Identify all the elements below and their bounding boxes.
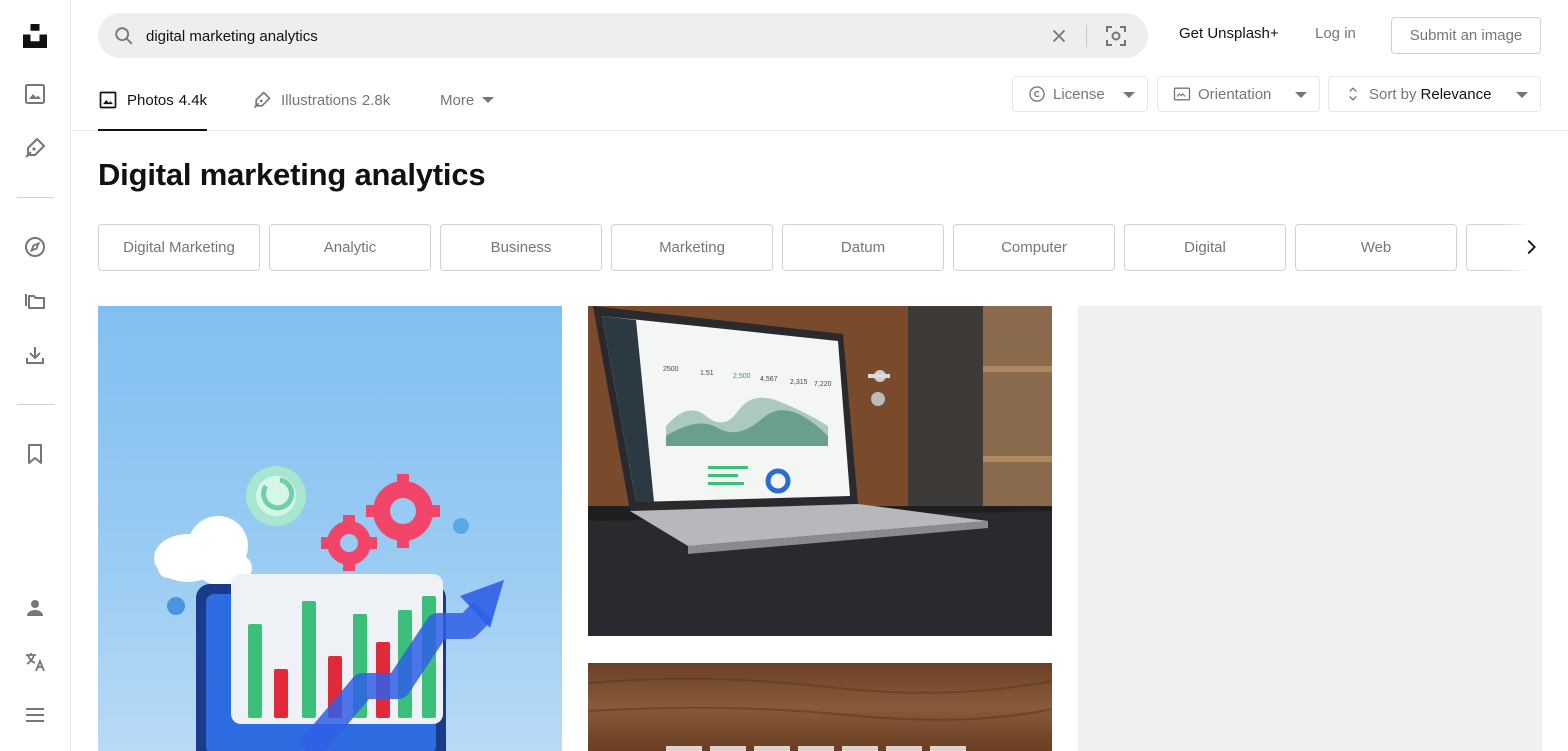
svg-text:7,220: 7,220 — [814, 381, 832, 388]
svg-text:1.51: 1.51 — [700, 370, 714, 377]
chip-analytic[interactable]: Analytic — [269, 224, 431, 271]
download-icon[interactable] — [17, 337, 53, 373]
svg-text:4,567: 4,567 — [760, 376, 778, 383]
license-filter-label: License — [1053, 85, 1105, 103]
license-filter[interactable]: License — [1012, 76, 1148, 112]
analytics-illustration-image — [154, 466, 504, 751]
orientation-filter-label: Orientation — [1198, 85, 1272, 103]
wooden-desk-image — [588, 677, 1052, 751]
search-icon[interactable] — [113, 25, 135, 47]
get-unsplash-plus-link[interactable]: Get Unsplash+ — [1179, 25, 1279, 42]
explore-compass-icon[interactable] — [17, 229, 53, 265]
laptop-dashboard-image: 2500 1.51 2,500 4,567 2,315 7,220 — [588, 306, 1052, 636]
sort-filter[interactable]: Sort by Relevance — [1328, 76, 1541, 112]
bookmark-icon[interactable] — [17, 436, 53, 472]
clear-search-icon[interactable] — [1048, 25, 1070, 47]
chip-computer[interactable]: Computer — [953, 224, 1115, 271]
svg-text:2500: 2500 — [663, 366, 679, 373]
chevron-down-icon — [482, 97, 495, 103]
visual-search-icon[interactable] — [1104, 24, 1128, 48]
language-translate-icon[interactable] — [17, 644, 53, 680]
tab-bar: Photos 4.4k Illustrations 2.8k More Lice… — [72, 70, 1568, 131]
illustrations-pen-icon[interactable] — [17, 130, 53, 166]
chip-datum[interactable]: Datum — [782, 224, 944, 271]
photos-icon[interactable] — [17, 76, 53, 112]
chevron-down-icon — [1295, 92, 1307, 98]
search-bar — [98, 13, 1148, 58]
sidebar-divider — [17, 404, 54, 405]
tab-more-label: More — [440, 91, 475, 109]
photo-placeholder[interactable] — [1078, 306, 1542, 751]
photos-icon — [99, 91, 117, 109]
sort-filter-value: Relevance — [1420, 85, 1492, 103]
copyright-icon — [1029, 86, 1045, 102]
chevron-down-icon — [1123, 92, 1135, 98]
menu-hamburger-icon[interactable] — [17, 697, 53, 733]
related-searches: Digital Marketing Analytic Business Mark… — [98, 224, 1542, 272]
chip-marketing[interactable]: Marketing — [611, 224, 773, 271]
tab-more[interactable]: More — [440, 70, 495, 130]
chip-web[interactable]: Web — [1295, 224, 1457, 271]
tab-photos-label: Photos — [127, 91, 174, 109]
svg-text:2,500: 2,500 — [733, 373, 751, 380]
sort-arrows-icon — [1349, 87, 1357, 101]
orientation-filter[interactable]: Orientation — [1157, 76, 1320, 112]
unsplash-logo-icon[interactable] — [17, 18, 53, 54]
sidebar-divider — [17, 197, 54, 198]
photo-laptop-dashboard[interactable]: 2500 1.51 2,500 4,567 2,315 7,220 — [588, 306, 1052, 636]
tab-illustrations-label: Illustrations — [281, 91, 357, 109]
chip-business[interactable]: Business — [440, 224, 602, 271]
orientation-icon — [1173, 87, 1191, 101]
svg-text:2,315: 2,315 — [790, 379, 808, 386]
chip-digital-marketing[interactable]: Digital Marketing — [98, 224, 260, 271]
top-bar: Get Unsplash+ Log in Submit an image — [72, 0, 1568, 70]
sort-filter-prefix: Sort by — [1369, 85, 1417, 103]
chevron-down-icon — [1516, 92, 1528, 98]
search-divider — [1086, 25, 1087, 47]
collections-icon[interactable] — [17, 283, 53, 319]
tab-photos[interactable]: Photos 4.4k — [98, 70, 208, 131]
tab-illustrations[interactable]: Illustrations 2.8k — [252, 70, 390, 130]
illustrations-pen-icon — [253, 91, 271, 109]
tab-illustrations-count: 2.8k — [361, 91, 391, 109]
chip-digital[interactable]: Digital — [1124, 224, 1286, 271]
photo-wooden-desk[interactable] — [588, 663, 1052, 751]
page-title: Digital marketing analytics — [98, 157, 486, 192]
submit-image-button[interactable]: Submit an image — [1391, 17, 1541, 54]
tab-photos-count: 4.4k — [178, 91, 208, 109]
search-input[interactable] — [146, 23, 1006, 49]
chevron-right-icon[interactable] — [1520, 236, 1542, 258]
photo-3d-analytics-illustration[interactable] — [98, 306, 562, 751]
login-link[interactable]: Log in — [1315, 25, 1356, 42]
sidebar — [0, 0, 71, 751]
user-icon[interactable] — [17, 590, 53, 626]
